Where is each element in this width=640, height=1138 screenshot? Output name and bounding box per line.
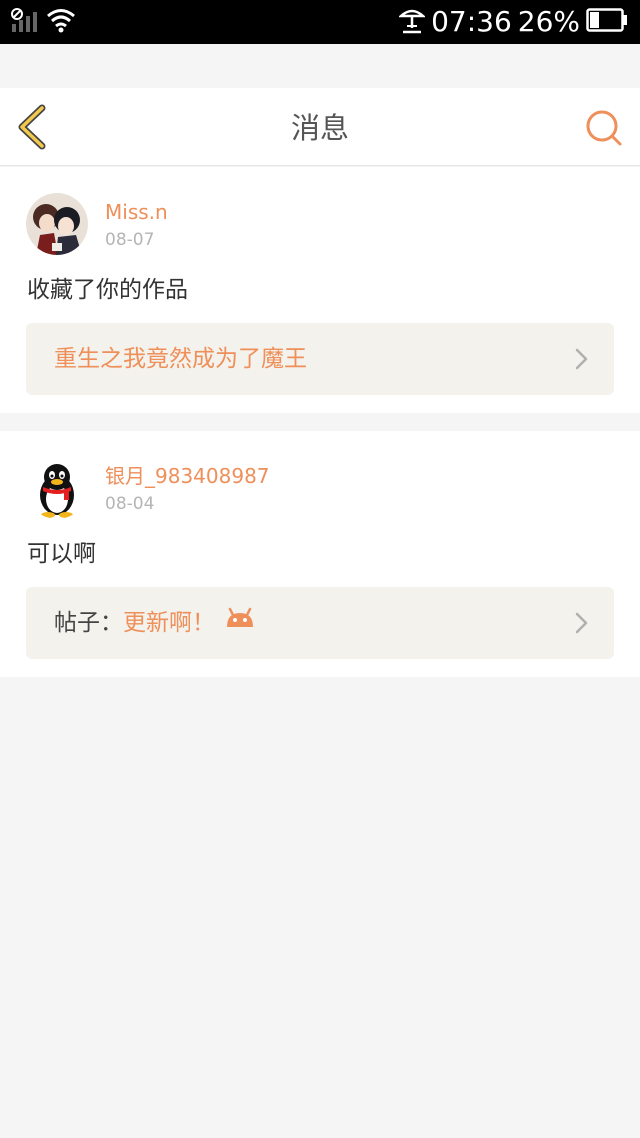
header-bar: 消息: [0, 88, 640, 166]
message-text: 收藏了你的作品: [27, 277, 188, 303]
anime-avatar-icon: [26, 193, 88, 255]
search-button[interactable]: [584, 108, 624, 148]
status-time: 07:36: [431, 5, 512, 38]
message-date: 08-07: [105, 230, 155, 250]
android-emoji-icon: [225, 607, 255, 636]
message-text: 可以啊: [27, 541, 96, 567]
link-text: 重生之我竟然成为了魔王: [54, 345, 307, 373]
username[interactable]: 银月_983408987: [105, 464, 270, 488]
username[interactable]: Miss.n: [105, 200, 168, 224]
status-left: [10, 8, 76, 36]
search-icon: [586, 110, 622, 146]
avatar[interactable]: [26, 193, 88, 255]
chevron-right-icon: [575, 348, 588, 370]
alarm-icon: [397, 6, 427, 38]
work-link[interactable]: 重生之我竟然成为了魔王: [26, 323, 614, 395]
signal-icon: [10, 8, 40, 36]
status-right: 07:36 26%: [397, 5, 628, 38]
work-title: 重生之我竟然成为了魔王: [54, 346, 307, 372]
message-date: 08-04: [105, 494, 155, 514]
battery-percentage: 26%: [517, 5, 580, 38]
post-prefix: 帖子：: [54, 610, 123, 636]
page-title: 消息: [290, 111, 349, 145]
penguin-avatar-icon: [26, 457, 88, 519]
message-card: Miss.n 08-07 收藏了你的作品 重生之我竟然成为了魔王: [0, 167, 640, 413]
post-link[interactable]: 帖子：更新啊！: [26, 587, 614, 659]
post-title: 更新啊！: [123, 610, 215, 636]
message-card: 银月_983408987 08-04 可以啊 帖子：更新啊！: [0, 431, 640, 677]
battery-icon: [586, 8, 628, 36]
link-text: 帖子：更新啊！: [54, 607, 255, 637]
wifi-icon: [46, 7, 76, 37]
avatar[interactable]: [26, 457, 88, 519]
status-bar: 07:36 26%: [0, 0, 640, 44]
chevron-right-icon: [575, 612, 588, 634]
